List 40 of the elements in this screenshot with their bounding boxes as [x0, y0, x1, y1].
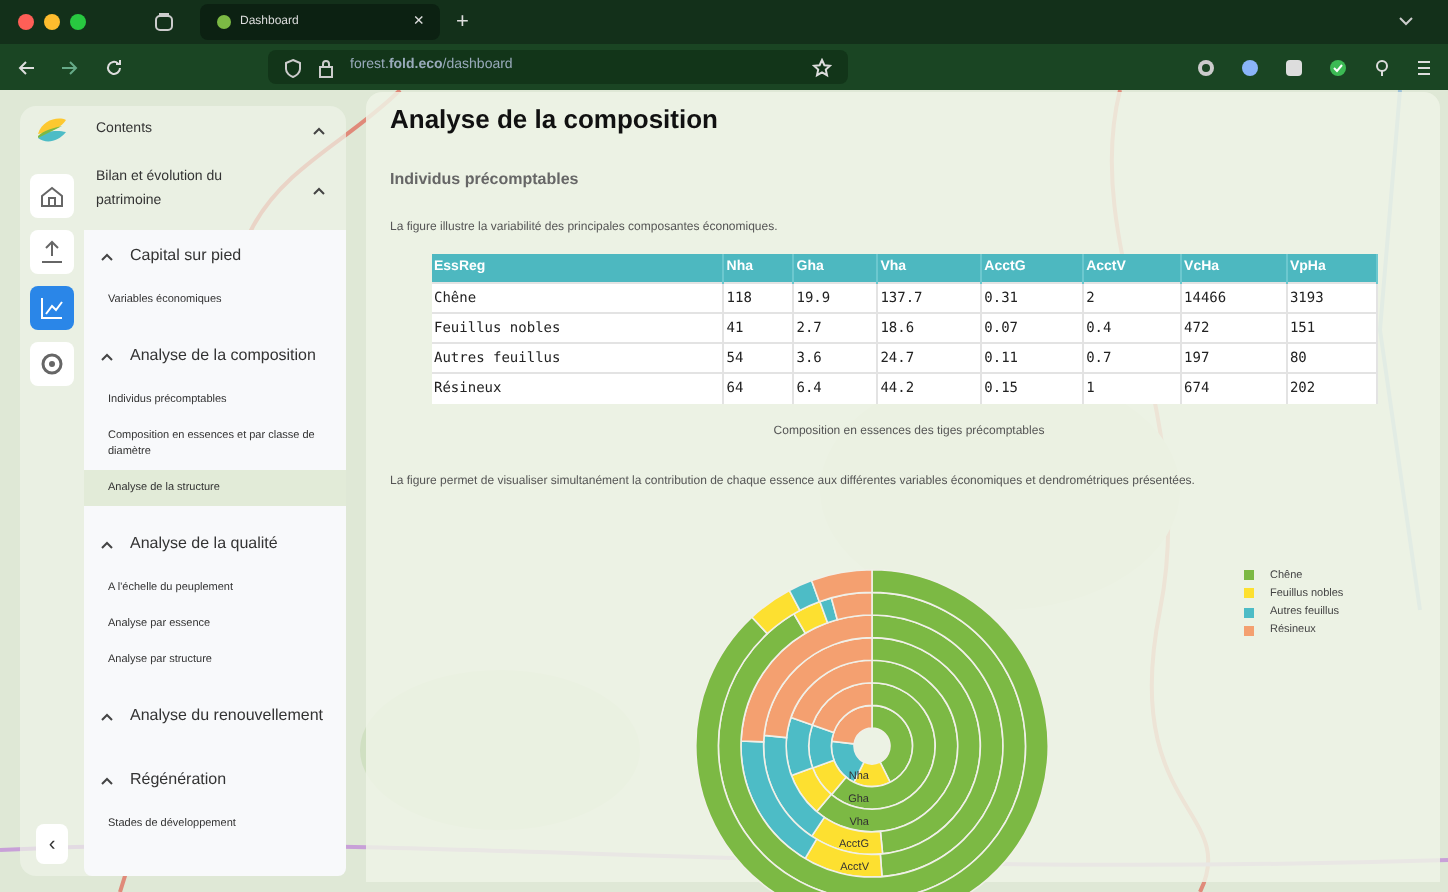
caret-up-icon[interactable]: [312, 185, 326, 195]
menu-icon[interactable]: [1416, 57, 1432, 77]
caret-up-icon[interactable]: [100, 351, 114, 361]
check-icon[interactable]: [1328, 57, 1348, 77]
reload-icon[interactable]: [104, 57, 124, 77]
caret-up-icon[interactable]: [312, 125, 326, 135]
chevron-down-icon[interactable]: [1396, 14, 1416, 30]
section-title: Individus précomptables: [390, 167, 581, 191]
forward-icon[interactable]: [60, 57, 80, 77]
back-icon[interactable]: [16, 57, 36, 77]
star-icon[interactable]: [812, 57, 832, 77]
settings-button[interactable]: [30, 342, 74, 386]
section-header[interactable]: Analyse du renouvellement: [84, 690, 346, 742]
extension-icon[interactable]: [1372, 57, 1392, 77]
extension-icon[interactable]: [1240, 57, 1260, 77]
chart-button[interactable]: [30, 286, 74, 330]
extension-icon[interactable]: [1284, 57, 1304, 77]
chart-icon: [38, 294, 66, 322]
extension-icon[interactable]: [1196, 57, 1216, 77]
settings-icon: [38, 350, 66, 378]
new-tab-button[interactable]: +: [456, 5, 469, 39]
tab-overview-icon[interactable]: [152, 10, 176, 34]
upload-button[interactable]: [30, 230, 74, 274]
section-header[interactable]: Analyse de la composition: [84, 330, 346, 382]
upload-icon: [38, 238, 66, 266]
collapse-button[interactable]: ‹: [36, 824, 68, 864]
lock-icon: [318, 57, 334, 77]
section-header[interactable]: Capital sur pied: [84, 230, 346, 282]
home-button[interactable]: [30, 174, 74, 218]
page-title: Analyse de la composition: [390, 102, 720, 138]
caret-up-icon[interactable]: [100, 711, 114, 721]
caret-up-icon[interactable]: [100, 251, 114, 261]
home-icon: [38, 182, 66, 210]
section-header[interactable]: Régénération: [84, 754, 346, 806]
section-header[interactable]: Analyse de la qualité: [84, 518, 346, 570]
close-tab-button[interactable]: ×: [413, 8, 424, 36]
caret-up-icon[interactable]: [100, 539, 114, 549]
shield-icon: [284, 57, 302, 77]
site-icon: [216, 14, 232, 30]
caret-up-icon[interactable]: [100, 775, 114, 785]
